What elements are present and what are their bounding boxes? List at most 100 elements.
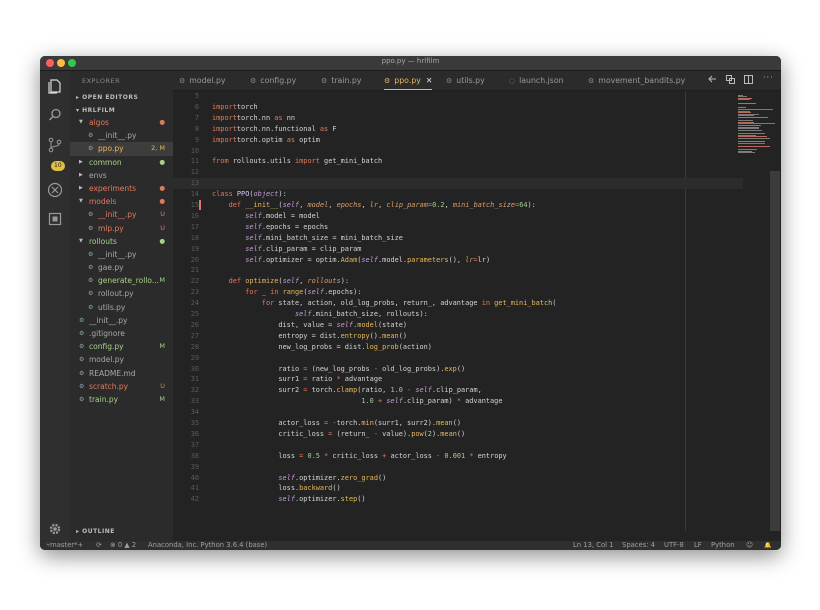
file-item[interactable]: ⚙ .gitignore: [70, 327, 173, 340]
code-line[interactable]: 8 importtorch.nn.functional as F: [173, 124, 743, 135]
code-line[interactable]: 34: [173, 407, 743, 418]
folder-item[interactable]: ▶ experiments ●: [70, 182, 173, 195]
code-line[interactable]: 38 loss = 0.5 * critic_loss + actor_loss…: [173, 451, 743, 462]
outline-section[interactable]: ▸ OUTLINE: [76, 528, 115, 535]
editor-tab[interactable]: ⚙ model.py: [179, 71, 226, 90]
folder-item[interactable]: ▶ envs: [70, 169, 173, 182]
code-line[interactable]: 19 self.clip_param = clip_param: [173, 244, 743, 255]
folder-item[interactable]: ▶ common ●: [70, 156, 173, 169]
feedback-icon[interactable]: ☺: [746, 541, 753, 550]
code-line[interactable]: 21: [173, 265, 743, 276]
code-line[interactable]: 25 self.mini_batch_size, rollouts):: [173, 309, 743, 320]
folder-item[interactable]: ▼ rollouts ●: [70, 235, 173, 248]
editor-tab[interactable]: ⚙ train.py: [321, 71, 361, 90]
interpreter-status[interactable]: Anaconda, Inc. Python 3.6.4 (base): [148, 541, 267, 550]
code-line[interactable]: 37: [173, 440, 743, 451]
extensions-icon[interactable]: [47, 211, 63, 227]
chevron-right-icon[interactable]: ▶: [79, 156, 83, 169]
editor-tab[interactable]: ◌ launch.json: [509, 71, 564, 90]
branch-status[interactable]: ⑂ master*+: [46, 541, 83, 550]
code-editor[interactable]: 5 6 importtorch 7 importtorch.nn as nn 8 impor…: [173, 91, 743, 531]
minimap[interactable]: [736, 93, 781, 154]
code-line[interactable]: 26 dist, value = self.model(state): [173, 320, 743, 331]
settings-gear-icon[interactable]: [47, 521, 63, 537]
eol-status[interactable]: LF: [694, 541, 702, 550]
code-line[interactable]: 16 self.model = model: [173, 211, 743, 222]
code-line[interactable]: 31 surr1 = ratio * advantage: [173, 374, 743, 385]
chevron-right-icon[interactable]: ▶: [79, 169, 83, 182]
open-changes-icon[interactable]: [726, 75, 735, 84]
more-tab-icon[interactable]: [708, 75, 717, 84]
code-line[interactable]: 39: [173, 462, 743, 473]
file-item[interactable]: ⚙ config.py M: [70, 340, 173, 353]
close-tab-icon[interactable]: ✕: [426, 76, 433, 85]
file-item[interactable]: ⚙ __init__.py: [70, 314, 173, 327]
more-actions-icon[interactable]: ···: [763, 73, 774, 82]
file-item[interactable]: ⚙ scratch.py U: [70, 380, 173, 393]
code-line[interactable]: 10: [173, 146, 743, 157]
code-line[interactable]: 33 1.0 + self.clip_param) * advantage: [173, 396, 743, 407]
encoding-status[interactable]: UTF-8: [664, 541, 684, 550]
code-line[interactable]: 32 surr2 = torch.clamp(ratio, 1.0 - self…: [173, 385, 743, 396]
file-item[interactable]: ⚙ mlp.py U: [70, 222, 173, 235]
code-line[interactable]: 14 class PPO(object):: [173, 189, 743, 200]
split-editor-icon[interactable]: [744, 75, 753, 84]
chevron-down-icon[interactable]: ▼: [79, 116, 83, 129]
code-line[interactable]: 15 def __init__(self, model, epochs, lr,…: [173, 200, 743, 211]
language-mode[interactable]: Python: [711, 541, 735, 550]
code-line[interactable]: 5: [173, 91, 743, 102]
chevron-down-icon[interactable]: ▼: [79, 235, 83, 248]
file-item[interactable]: ⚙ __init__.py: [70, 248, 173, 261]
file-item[interactable]: ⚙ train.py M: [70, 393, 173, 406]
code-line[interactable]: 7 importtorch.nn as nn: [173, 113, 743, 124]
indentation-status[interactable]: Spaces: 4: [622, 541, 655, 550]
code-line[interactable]: 20 self.optimizer = optim.Adam(self.mode…: [173, 255, 743, 266]
file-item[interactable]: ⚙ generate_rollo... M: [70, 274, 173, 287]
source-control-icon[interactable]: [47, 137, 63, 153]
code-line[interactable]: 36 critic_loss = (return_ - value).pow(2…: [173, 429, 743, 440]
code-line[interactable]: 27 entropy = dist.entropy().mean(): [173, 331, 743, 342]
code-line[interactable]: 29: [173, 353, 743, 364]
editor-tab[interactable]: ⚙ movement_bandits.py: [588, 71, 685, 90]
code-line[interactable]: 13: [173, 178, 743, 190]
code-line[interactable]: 17 self.epochs = epochs: [173, 222, 743, 233]
code-line[interactable]: 40 self.optimizer.zero_grad(): [173, 473, 743, 484]
code-line[interactable]: 6 importtorch: [173, 102, 743, 113]
code-line[interactable]: 24 for state, action, old_log_probs, ret…: [173, 298, 743, 309]
editor-tab[interactable]: ⚙ ppo.py ✕: [384, 71, 433, 90]
editor-tab[interactable]: ⚙ config.py: [250, 71, 296, 90]
files-icon[interactable]: [47, 78, 63, 94]
editor-tab[interactable]: ⚙ utils.py: [446, 71, 485, 90]
code-line[interactable]: 22 def optimize(self, rollouts):: [173, 276, 743, 287]
problems-status[interactable]: ⊗ 0 ▲ 2: [110, 541, 136, 550]
file-item[interactable]: ⚙ model.py: [70, 353, 173, 366]
file-item[interactable]: ⚙ __init__.py U: [70, 208, 173, 221]
notifications-icon[interactable]: 🔔: [764, 541, 771, 550]
cursor-position[interactable]: Ln 13, Col 1: [573, 541, 614, 550]
code-line[interactable]: 42 self.optimizer.step(): [173, 494, 743, 505]
project-section[interactable]: ▾ HRLFILM: [76, 107, 115, 114]
chevron-down-icon[interactable]: ▼: [79, 195, 83, 208]
file-item[interactable]: ⚙ rollout.py: [70, 287, 173, 300]
code-line[interactable]: 18 self.mini_batch_size = mini_batch_siz…: [173, 233, 743, 244]
file-item[interactable]: ⚙ ppo.py 2, M: [70, 142, 173, 156]
file-item[interactable]: ⚙ README.md: [70, 367, 173, 380]
file-item[interactable]: ⚙ __init__.py: [70, 129, 173, 142]
open-editors-section[interactable]: ▸ OPEN EDITORS: [76, 94, 138, 101]
debug-icon[interactable]: [47, 182, 63, 198]
code-line[interactable]: 28 new_log_probs = dist.log_prob(action): [173, 342, 743, 353]
vertical-scrollbar[interactable]: [770, 171, 780, 531]
chevron-right-icon[interactable]: ▶: [79, 182, 83, 195]
search-icon[interactable]: [47, 107, 63, 123]
code-line[interactable]: 11 from rollouts.utils import get_mini_ba…: [173, 156, 743, 167]
code-line[interactable]: 9 importtorch.optim as optim: [173, 135, 743, 146]
code-line[interactable]: 35 actor_loss = -torch.min(surr1, surr2)…: [173, 418, 743, 429]
file-item[interactable]: ⚙ gae.py: [70, 261, 173, 274]
code-line[interactable]: 41 loss.backward(): [173, 483, 743, 494]
code-line[interactable]: 30 ratio = (new_log_probs - old_log_prob…: [173, 364, 743, 375]
folder-item[interactable]: ▼ algos ●: [70, 116, 173, 129]
code-line[interactable]: 23 for _ in range(self.epochs):: [173, 287, 743, 298]
code-line[interactable]: 12: [173, 167, 743, 178]
folder-item[interactable]: ▼ models ●: [70, 195, 173, 208]
sync-icon[interactable]: ⟳: [96, 541, 102, 550]
